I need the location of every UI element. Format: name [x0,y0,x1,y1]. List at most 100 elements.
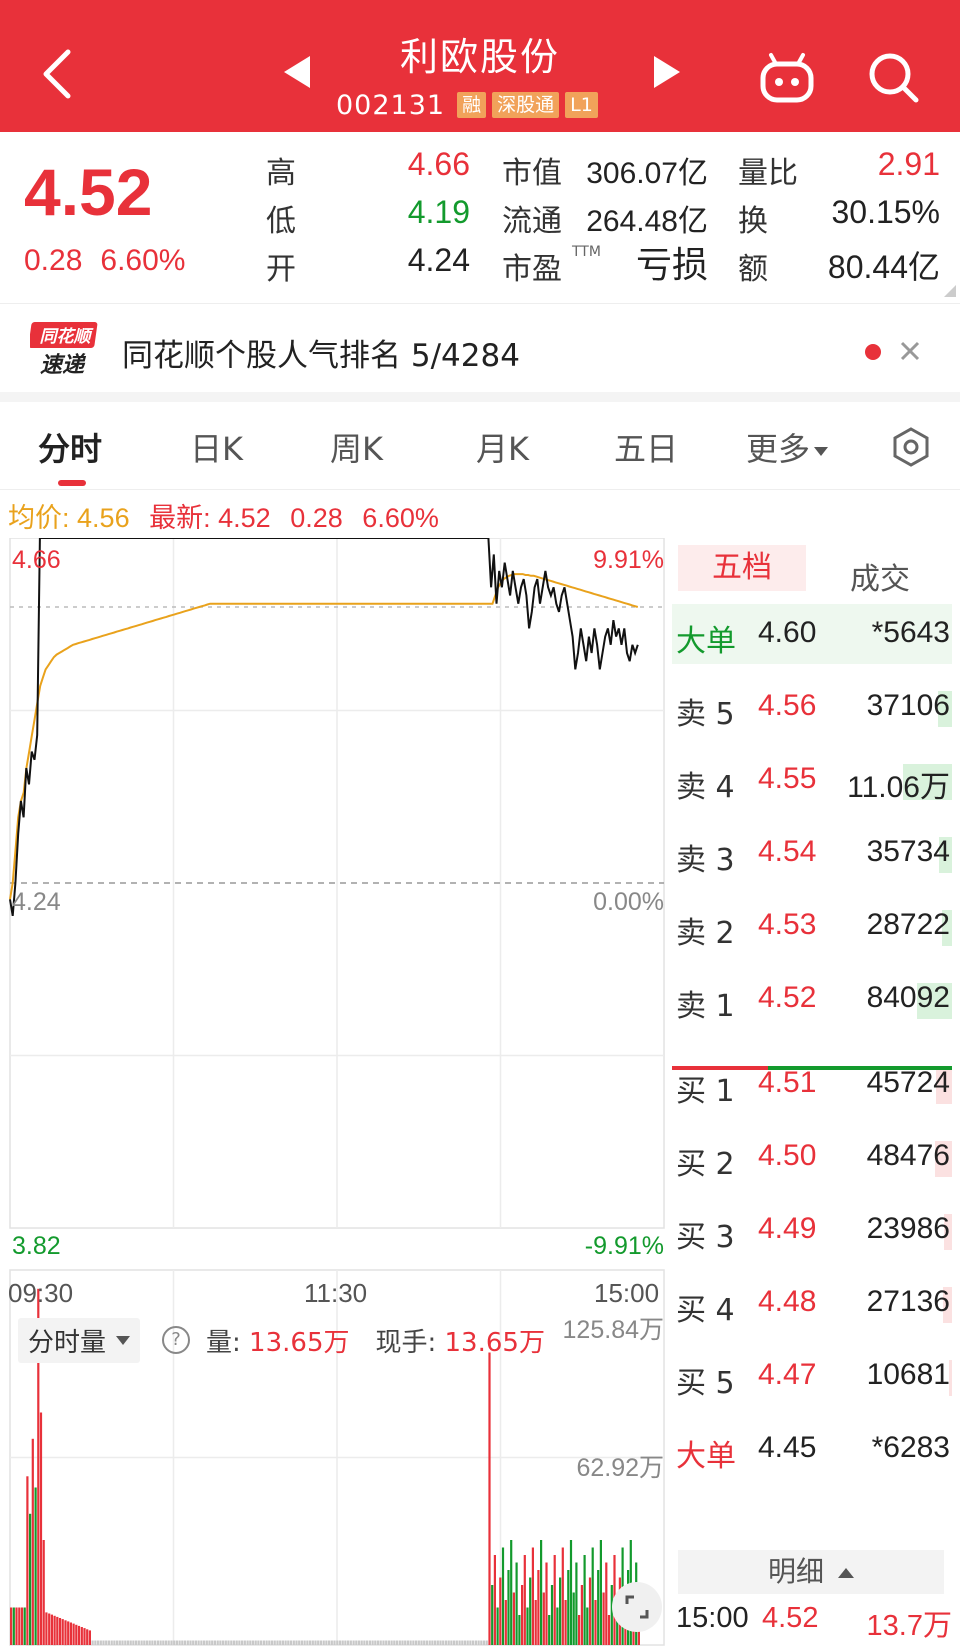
volume-bar [537,1570,540,1645]
volume-bar [567,1570,570,1645]
expand-corner-icon[interactable] [944,285,956,297]
bid-row[interactable]: 买 5 4.47 10681 [672,1346,952,1406]
volume-bar [260,1640,263,1645]
volume-bar [379,1640,382,1645]
volume-bar [314,1640,317,1645]
pe-ttm-sup: TTM [572,244,601,260]
volume-bar [466,1640,469,1645]
ask-row[interactable]: 卖 2 4.53 28722 [672,896,952,956]
volume-bar [75,1624,78,1645]
high-label: 高 [266,156,296,191]
volume-bar [91,1640,94,1645]
settings-hexagon-icon[interactable] [890,426,932,468]
volume-bar [86,1629,89,1645]
big-buy-row[interactable]: 大单 4.45 *6283 [672,1419,952,1479]
volume-bar [463,1640,467,1645]
volume-bar [211,1640,214,1645]
volume-bar [281,1640,284,1645]
prev-stock-icon[interactable] [284,56,310,88]
vol-ratio-value: 2.91 [877,146,940,182]
tab-more-label: 更多 [746,430,811,468]
tab-daily-k[interactable]: 日K [190,424,243,470]
volume-bar [515,1562,518,1645]
volume-bar [428,1640,431,1645]
fullscreen-icon[interactable] [612,1582,662,1632]
ask-row[interactable]: 卖 5 4.56 37106 [672,677,952,737]
bid-row[interactable]: 买 1 4.51 45724 [672,1054,952,1114]
level-price: 4.47 [758,1358,817,1391]
volume-bar [56,1616,59,1645]
volume-bar [401,1640,404,1645]
volume-bar [241,1640,244,1645]
tab-five-levels[interactable]: 五档 [678,545,806,591]
bid-row[interactable]: 买 3 4.49 23986 [672,1200,952,1260]
volume-bar [477,1640,480,1645]
volume-bar [599,1540,602,1645]
volume-bar [34,1487,37,1645]
trade-time: 15:00 [676,1602,749,1634]
volume-bar [482,1640,486,1645]
intraday-chart[interactable]: 4.66 9.91% 4.24 0.00% 3.82 -9.91% 125.84… [0,538,672,1649]
volume-bar [404,1640,407,1645]
avg-value: 4.56 [77,503,130,533]
volume-bar [523,1555,526,1645]
ask-row[interactable]: 卖 1 4.52 84092 [672,969,952,1029]
volume-bar [257,1640,260,1645]
tab-five-day[interactable]: 五日 [614,424,678,470]
volume-bar [216,1640,219,1645]
level-qty: *6283 [871,1431,950,1464]
close-icon[interactable] [900,341,920,361]
volume-bar [311,1640,314,1645]
popularity-rank-bar[interactable]: 同花顺 速递 同花顺个股人气排名 5/4284 [0,306,960,392]
level-price: 4.45 [758,1431,817,1464]
robot-assistant-icon[interactable] [758,52,816,104]
level-qty: 84092 [866,981,950,1014]
caret-up-icon [838,1568,854,1578]
time-start: 09:30 [8,1278,74,1308]
tab-weekly-k[interactable]: 周K [330,424,383,470]
volume-bar [243,1640,246,1645]
volume-bar [493,1555,496,1645]
volume-bar [181,1640,184,1645]
volume-bar [58,1618,62,1645]
volume-bar [170,1640,173,1645]
quote-panel[interactable]: 4.52 0.28 6.60% 高 4.66 低 4.19 开 4.24 市值 3… [0,132,960,304]
volume-bar [126,1640,130,1645]
volume-bar [561,1547,564,1645]
turnover-value: 30.15% [831,194,940,230]
tab-intraday[interactable]: 分时 [38,424,102,470]
volume-bar [556,1607,559,1645]
volume-bar [357,1640,361,1645]
vol-mid-label: 62.92万 [576,1454,664,1482]
volume-bar [224,1640,227,1645]
last-trade-row: 15:00 4.52 13.7万 [676,1602,952,1642]
volume-bar [26,1476,29,1646]
level-label: 卖 3 [676,843,735,878]
ask-row[interactable]: 卖 3 4.54 35734 [672,823,952,883]
volume-bar [118,1640,121,1645]
level-qty: 35734 [866,835,950,868]
level-qty: 23986 [866,1212,950,1245]
help-icon[interactable]: ? [162,1326,191,1354]
chevron-down-icon [814,446,829,456]
volume-bar [390,1640,393,1645]
bid-row[interactable]: 买 4 4.48 27136 [672,1273,952,1333]
volume-bar [309,1640,312,1645]
trade-qty: 13.7万 [866,1610,952,1642]
ask-row[interactable]: 卖 4 4.55 11.06万 [672,750,952,810]
volume-bar [145,1640,149,1645]
volume-bar [246,1640,249,1645]
volume-bar [455,1640,458,1645]
vol-value: 13.65万 [249,1327,350,1358]
next-stock-icon[interactable] [654,56,680,88]
volume-bar [159,1640,162,1645]
tab-more[interactable]: 更多 [746,424,829,470]
detail-button[interactable]: 明细 [678,1550,944,1594]
bid-row[interactable]: 买 2 4.50 48476 [672,1127,952,1187]
volume-bar [360,1640,363,1645]
volume-type-select[interactable]: 分时量 [18,1317,141,1363]
tab-monthly-k[interactable]: 月K [476,424,529,470]
search-icon[interactable] [866,50,920,104]
tab-trades[interactable]: 成交 [850,554,910,598]
big-sell-row[interactable]: 大单 4.60 *5643 [672,604,952,664]
